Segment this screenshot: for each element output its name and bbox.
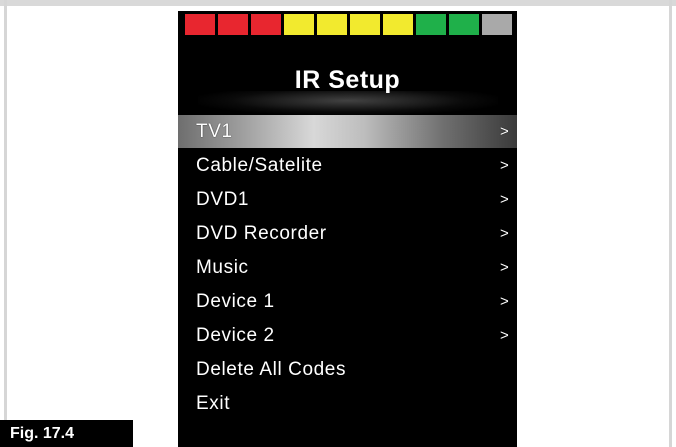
- figure-label: Fig. 17.4: [0, 420, 133, 447]
- menu-item-exit[interactable]: Exit: [178, 387, 517, 420]
- level-segment: [449, 14, 479, 35]
- menu-item-label: TV1: [196, 121, 233, 142]
- chevron-right-icon: >: [500, 123, 510, 140]
- level-segment: [185, 14, 215, 35]
- menu-item-music[interactable]: Music >: [178, 251, 517, 284]
- frame-right-border: [669, 0, 672, 447]
- level-segment: [251, 14, 281, 35]
- chevron-right-icon: >: [500, 225, 510, 242]
- level-indicator-bar: [185, 14, 515, 35]
- menu-item-label: Delete All Codes: [196, 359, 347, 380]
- menu-item-label: DVD Recorder: [196, 223, 327, 244]
- level-segment: [416, 14, 446, 35]
- level-segment: [218, 14, 248, 35]
- menu-item-label: Device 1: [196, 291, 275, 312]
- chevron-right-icon: >: [500, 327, 510, 344]
- screen-title: IR Setup: [294, 66, 401, 94]
- menu-item-label: Exit: [196, 393, 231, 414]
- menu-item-label: Device 2: [196, 325, 275, 346]
- level-segment: [350, 14, 380, 35]
- menu-item-dvd1[interactable]: DVD1 >: [178, 183, 517, 216]
- menu-item-device-1[interactable]: Device 1 >: [178, 285, 517, 318]
- chevron-right-icon: >: [500, 191, 510, 208]
- level-segment: [383, 14, 413, 35]
- level-segment: [317, 14, 347, 35]
- menu-item-delete-all-codes[interactable]: Delete All Codes: [178, 353, 517, 386]
- frame-left-border: [4, 0, 7, 447]
- chevron-right-icon: >: [500, 157, 510, 174]
- menu-item-label: Cable/Satelite: [196, 155, 323, 176]
- frame-top-border: [0, 0, 676, 6]
- menu-item-cable-satelite[interactable]: Cable/Satelite >: [178, 149, 517, 182]
- ir-setup-screen: IR Setup TV1 > Cable/Satelite > DVD1 > D…: [178, 11, 517, 447]
- level-segment: [284, 14, 314, 35]
- level-segment: [482, 14, 512, 35]
- menu-item-tv1[interactable]: TV1 >: [178, 115, 517, 148]
- menu-item-label: Music: [196, 257, 249, 278]
- menu-item-label: DVD1: [196, 189, 250, 210]
- menu-item-dvd-recorder[interactable]: DVD Recorder >: [178, 217, 517, 250]
- chevron-right-icon: >: [500, 259, 510, 276]
- chevron-right-icon: >: [500, 293, 510, 310]
- menu-item-device-2[interactable]: Device 2 >: [178, 319, 517, 352]
